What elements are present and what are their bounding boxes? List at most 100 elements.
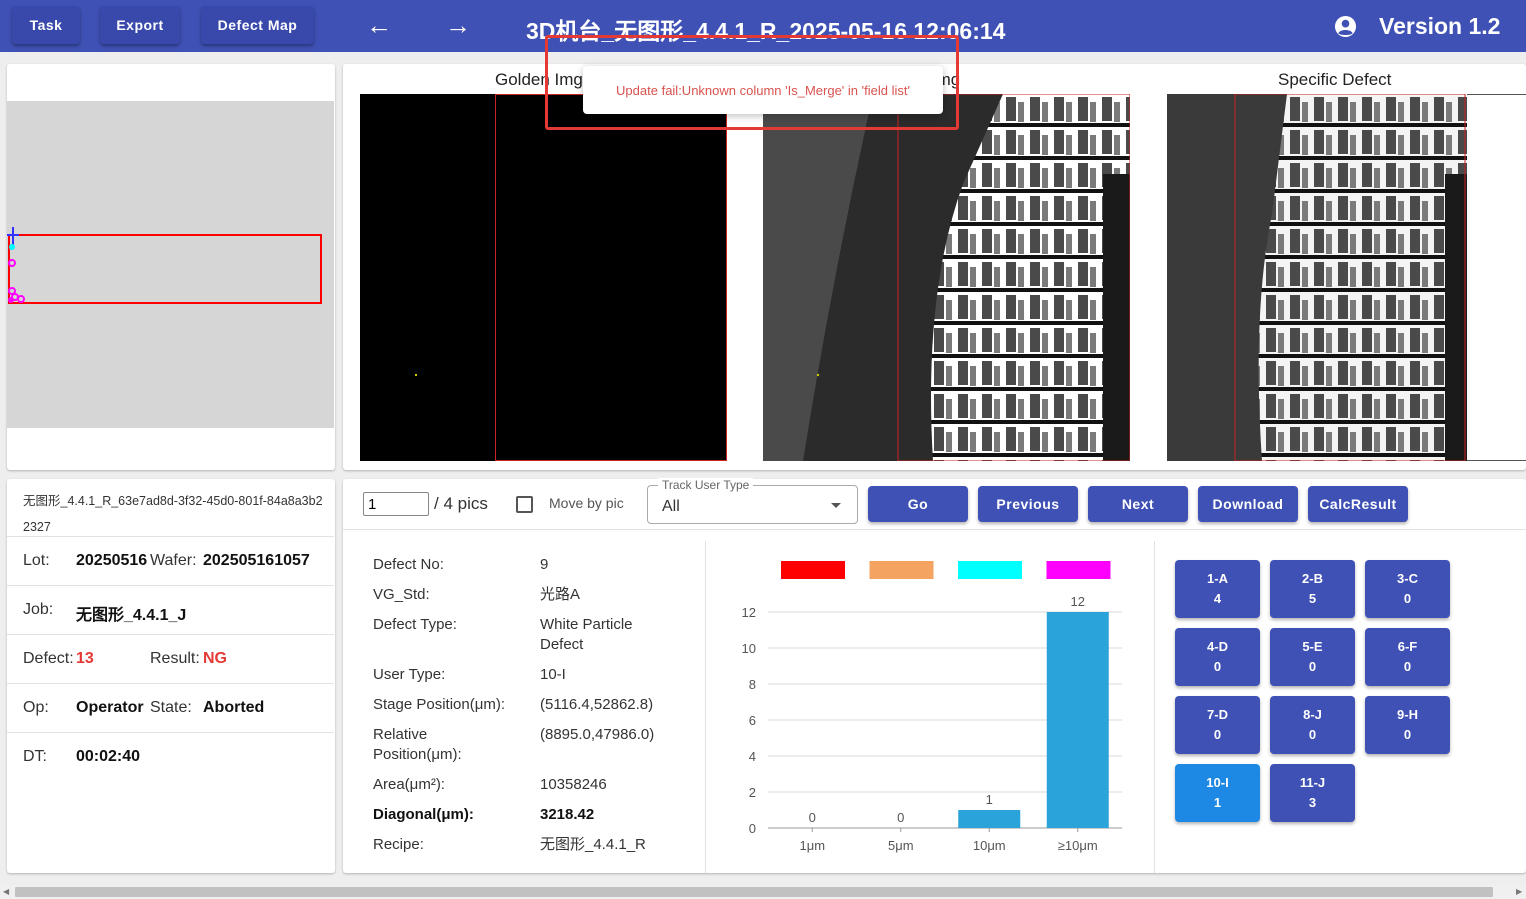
bar-value-label: 0 (897, 810, 904, 825)
bar-value-label: 0 (809, 810, 816, 825)
divider (705, 541, 706, 873)
recipe-value: 无图形_4.4.1_R (540, 836, 646, 853)
cell-count: 4 (1213, 591, 1222, 606)
file-name: 无图形_4.4.1_R_63e7ad8d-3f32-45d0-801f-84a8… (23, 494, 323, 534)
bar[interactable] (1046, 612, 1109, 828)
cell-button-9-h[interactable]: 9-H 0 (1365, 696, 1450, 754)
dropdown-arrow-icon (831, 503, 841, 508)
cell-button-10-i[interactable]: 10-I 1 (1175, 764, 1260, 822)
cell-button-11-j[interactable]: 11-J 3 (1270, 764, 1355, 822)
cell-label: 4-D (1207, 639, 1228, 654)
arrow-right-icon[interactable]: → (445, 12, 471, 38)
specific-defect-image[interactable] (1167, 94, 1526, 461)
scroll-left-icon[interactable]: ◀ (3, 887, 9, 896)
x-tick-label: ≥10μm (1058, 838, 1098, 853)
op-state-row: Op: Operator State: Aborted (7, 683, 334, 732)
scroll-right-icon[interactable]: ▶ (1516, 887, 1522, 896)
cell-button-5-e[interactable]: 5-E 0 (1270, 628, 1355, 686)
user-type-value: 10-I (540, 666, 566, 683)
defect-point[interactable] (8, 259, 16, 267)
golden-image[interactable] (360, 94, 727, 461)
track-user-type-value: All (662, 498, 680, 515)
defect-label: Defect: (23, 650, 74, 667)
cell-button-7-d[interactable]: 7-D 0 (1175, 696, 1260, 754)
cell-count: 0 (1308, 727, 1317, 742)
defect-point[interactable] (8, 287, 16, 295)
cell-button-8-j[interactable]: 8-J 0 (1270, 696, 1355, 754)
defect-map-button[interactable]: Defect Map (201, 6, 314, 44)
y-tick-label: 2 (749, 785, 756, 800)
cell-label: 2-B (1302, 571, 1323, 586)
cell-button-2-b[interactable]: 2-B 5 (1270, 560, 1355, 618)
legend-swatch[interactable] (1046, 561, 1111, 579)
diagonal-value: 3218.42 (540, 806, 595, 823)
divider (1154, 541, 1155, 873)
export-button[interactable]: Export (100, 6, 180, 44)
x-tick-label: 1μm (799, 838, 825, 853)
version-label: Version 1.2 (1379, 13, 1501, 39)
y-tick-label: 12 (742, 605, 756, 620)
cell-label: 6-F (1397, 639, 1418, 654)
track-user-type-select[interactable]: Track User Type All (647, 478, 858, 524)
defect-point[interactable] (17, 295, 25, 303)
test-image[interactable] (763, 94, 1130, 461)
y-tick-label: 6 (749, 713, 756, 728)
cell-label: 1-A (1207, 571, 1228, 586)
page-number-input[interactable] (363, 492, 429, 516)
y-tick-label: 10 (742, 641, 756, 656)
cell-button-3-c[interactable]: 3-C 0 (1365, 560, 1450, 618)
divider (343, 529, 1526, 530)
job-value: 无图形_4.4.1_J (76, 607, 187, 624)
stage-position-value: (5116.4,52862.8) (540, 696, 654, 713)
account-circle-icon[interactable] (1334, 15, 1357, 38)
area-value: 10358246 (540, 776, 607, 793)
defect-point[interactable] (8, 297, 14, 303)
scrollbar-thumb[interactable] (15, 887, 1493, 897)
go-button[interactable]: Go (868, 486, 968, 522)
dt-label: DT: (23, 748, 47, 765)
y-tick-label: 0 (749, 821, 756, 836)
move-by-pic-label: Move by pic (549, 495, 624, 511)
task-button[interactable]: Task (12, 6, 80, 44)
relative-position-value: (8895.0,47986.0) (540, 726, 655, 743)
op-label: Op: (23, 699, 49, 716)
arrow-left-icon[interactable]: ← (366, 12, 392, 38)
defect-type-value: White Particle Defect (540, 616, 633, 653)
legend-swatch[interactable] (781, 561, 845, 579)
wafer-value: 202505161057 (203, 552, 310, 569)
state-value: Aborted (203, 699, 265, 716)
y-tick-label: 4 (749, 749, 756, 764)
defect-no-label: Defect No: (373, 556, 444, 573)
cell-count: 0 (1403, 727, 1412, 742)
cell-count: 1 (1213, 795, 1222, 810)
calc-result-button[interactable]: CalcResult (1308, 486, 1408, 522)
cell-count: 0 (1213, 727, 1222, 742)
defect-point[interactable] (9, 244, 15, 250)
cell-button-4-d[interactable]: 4-D 0 (1175, 628, 1260, 686)
defect-type-label: Defect Type: (373, 616, 457, 633)
legend-swatch[interactable] (958, 561, 1022, 579)
bar-value-label: 12 (1071, 594, 1085, 609)
wafer-map[interactable] (7, 101, 334, 428)
cell-label: 3-C (1397, 571, 1418, 586)
lot-value: 20250516 (76, 552, 148, 569)
relative-position-label: Relative Position(μm): (373, 726, 462, 763)
cell-button-1-a[interactable]: 1-A 4 (1175, 560, 1260, 618)
pics-count: / 4 pics (434, 494, 488, 513)
cell-label: 5-E (1302, 639, 1323, 654)
cell-button-6-f[interactable]: 6-F 0 (1365, 628, 1450, 686)
previous-button[interactable]: Previous (978, 486, 1078, 522)
op-value: Operator (76, 699, 144, 716)
horizontal-scrollbar[interactable]: ◀ ▶ (0, 885, 1526, 899)
download-button[interactable]: Download (1198, 486, 1298, 522)
next-button[interactable]: Next (1088, 486, 1188, 522)
bar[interactable] (958, 810, 1021, 828)
defect-result-row: Defect: 13 Result: NG (7, 634, 334, 683)
move-by-pic-checkbox[interactable] (516, 496, 533, 513)
state-label: State: (150, 699, 192, 716)
recipe-label: Recipe: (373, 836, 424, 853)
user-type-label: User Type: (373, 666, 446, 683)
diagonal-label: Diagonal(μm): (373, 806, 474, 823)
stage-position-label: Stage Position(μm): (373, 696, 506, 713)
legend-swatch[interactable] (869, 561, 934, 579)
